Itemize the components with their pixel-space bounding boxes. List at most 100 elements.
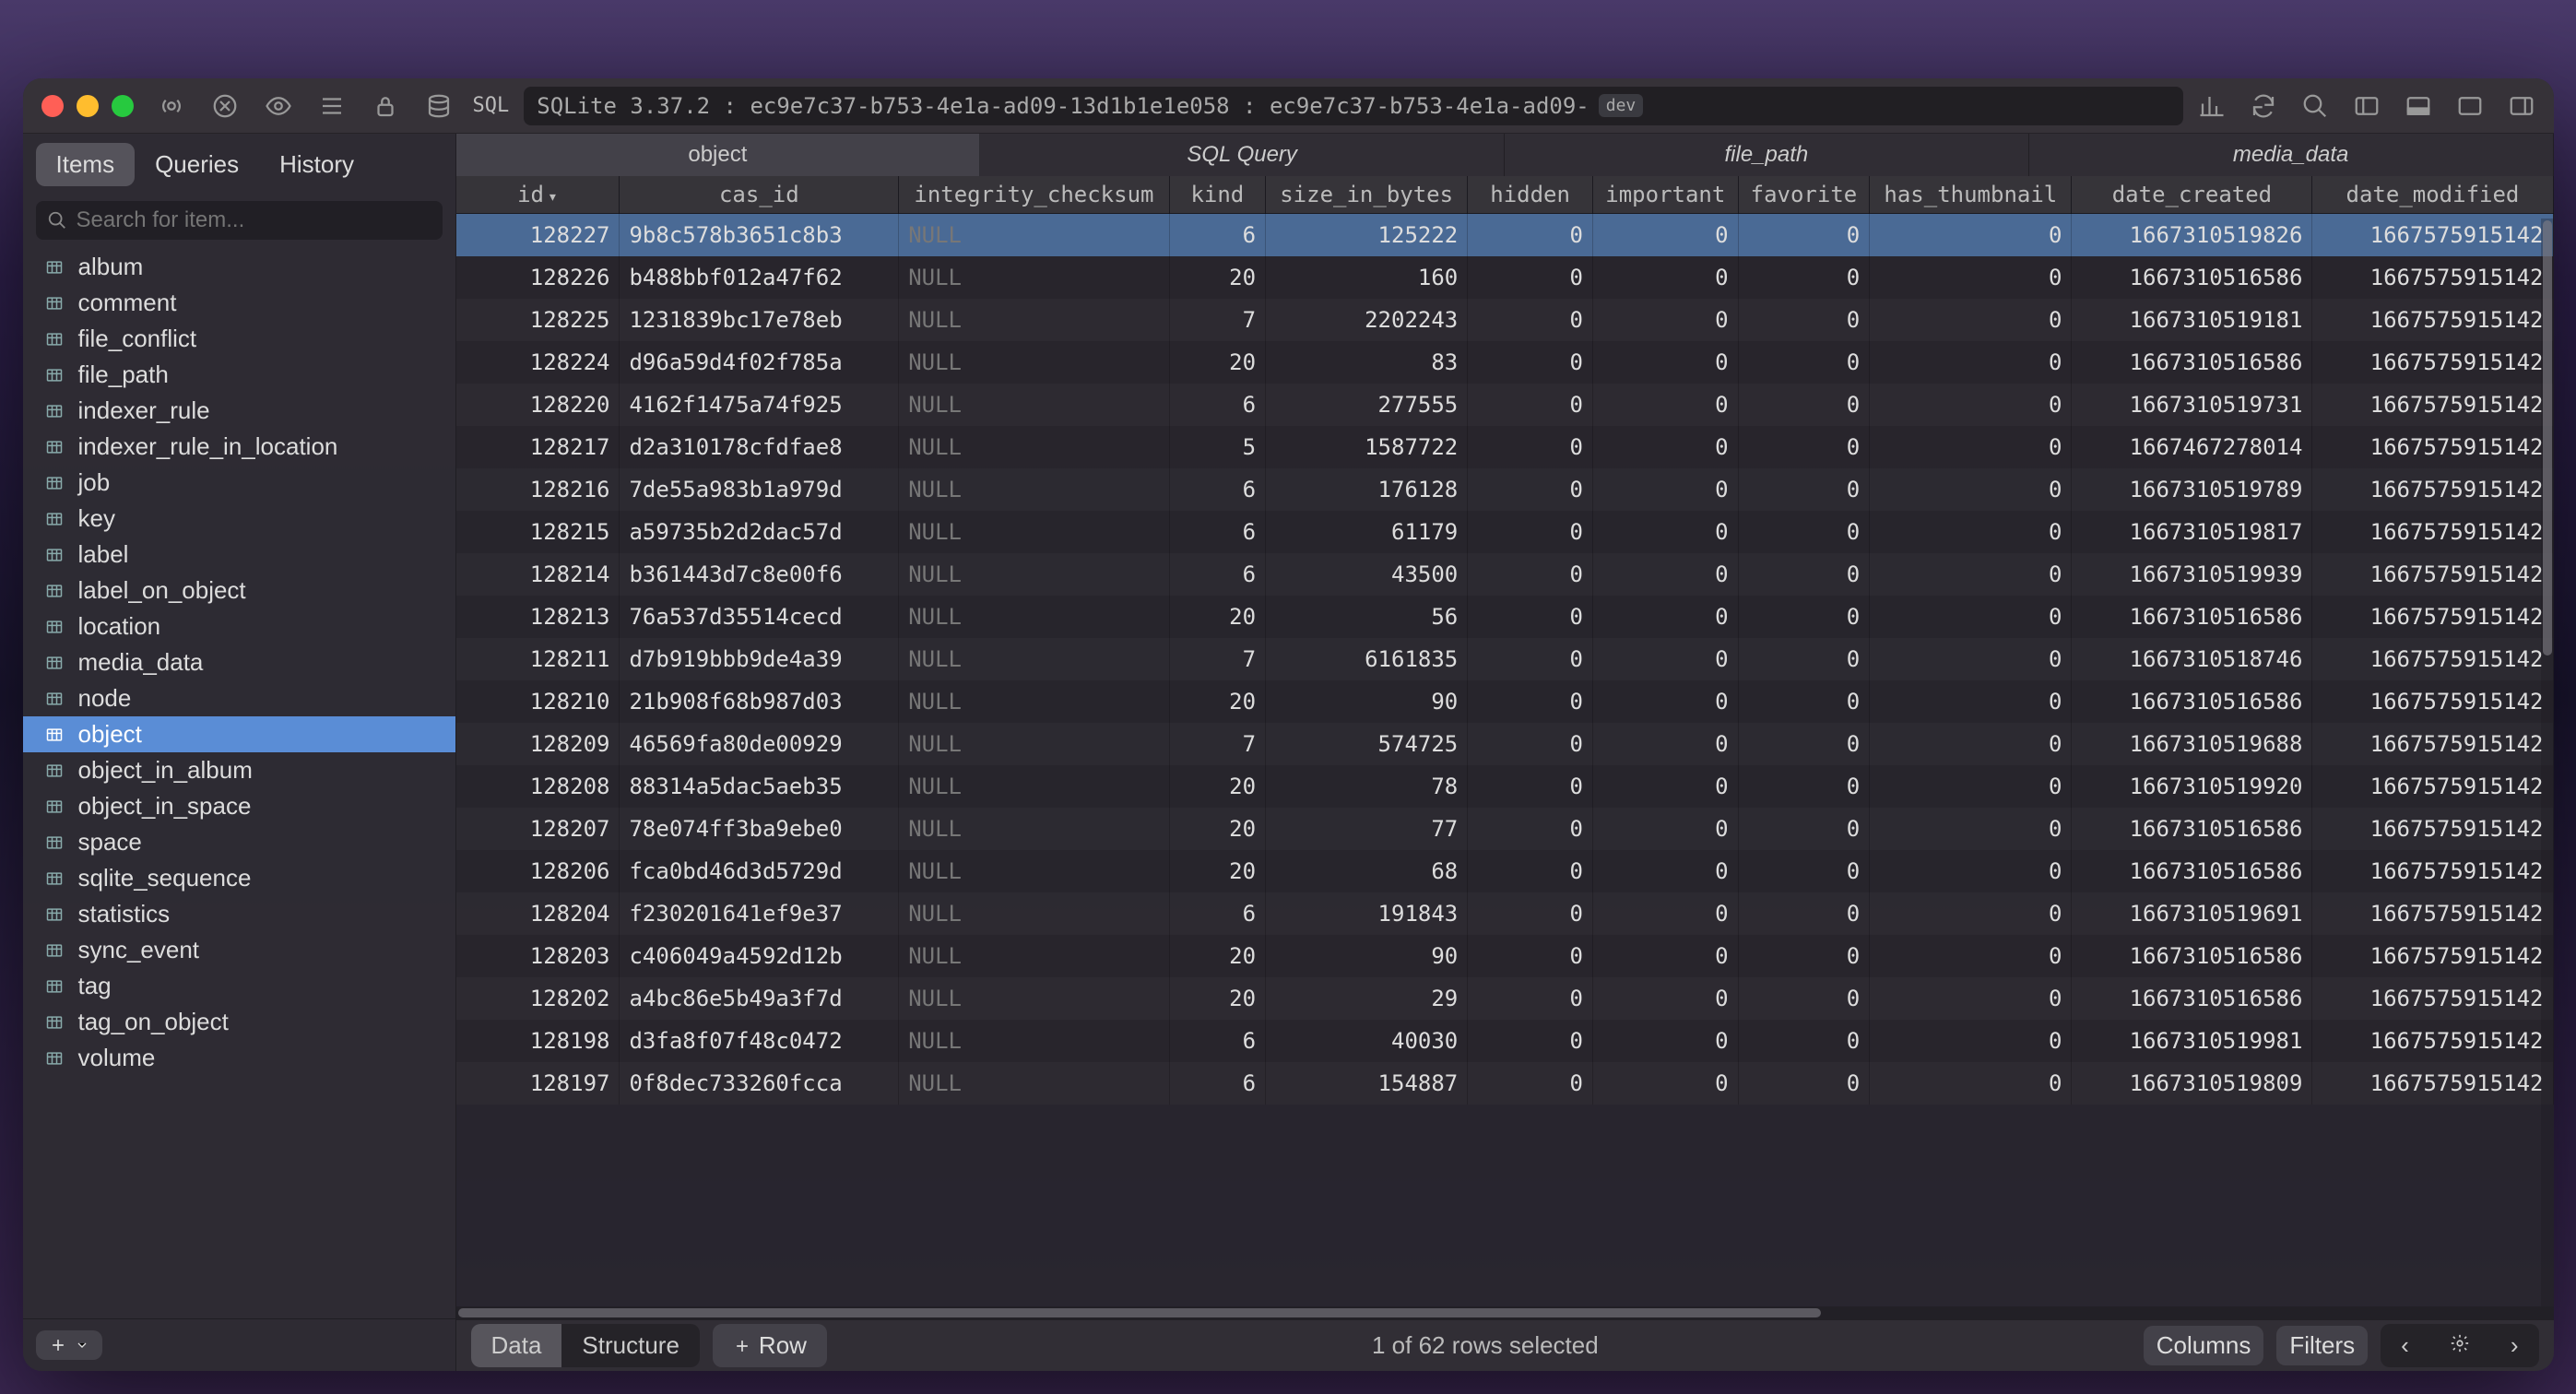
main-tab-object[interactable]: object [456, 134, 981, 176]
cell-cas_id[interactable]: 9b8c578b3651c8b3 [620, 214, 899, 256]
cell-kind[interactable]: 20 [1169, 935, 1265, 977]
cell-important[interactable]: 0 [1592, 638, 1738, 680]
list-icon[interactable] [318, 92, 346, 120]
cell-id[interactable]: 128225 [456, 299, 620, 341]
cell-important[interactable]: 0 [1592, 214, 1738, 256]
column-header-size_in_bytes[interactable]: size_in_bytes [1266, 176, 1468, 214]
cell-id[interactable]: 128198 [456, 1020, 620, 1062]
panel-bottom-icon[interactable] [2405, 92, 2432, 120]
cell-favorite[interactable]: 0 [1738, 850, 1870, 892]
cell-date_created[interactable]: 1667310519181 [2072, 299, 2312, 341]
cell-cas_id[interactable]: b488bbf012a47f62 [620, 256, 899, 299]
cell-integrity_checksum[interactable]: NULL [899, 723, 1169, 765]
cell-favorite[interactable]: 0 [1738, 1062, 1870, 1105]
sidebar-search[interactable] [36, 201, 443, 240]
cell-kind[interactable]: 20 [1169, 850, 1265, 892]
cell-id[interactable]: 128226 [456, 256, 620, 299]
cell-id[interactable]: 128206 [456, 850, 620, 892]
cell-date_modified[interactable]: 1667575915142 [2312, 892, 2553, 935]
cell-important[interactable]: 0 [1592, 680, 1738, 723]
cell-id[interactable]: 128227 [456, 214, 620, 256]
cell-has_thumbnail[interactable]: 0 [1870, 977, 2072, 1020]
cell-has_thumbnail[interactable]: 0 [1870, 638, 2072, 680]
cell-cas_id[interactable]: a4bc86e5b49a3f7d [620, 977, 899, 1020]
cell-size_in_bytes[interactable]: 43500 [1266, 553, 1468, 596]
cell-favorite[interactable]: 0 [1738, 256, 1870, 299]
cell-date_created[interactable]: 1667310516586 [2072, 680, 2312, 723]
cell-hidden[interactable]: 0 [1468, 341, 1593, 384]
cell-date_modified[interactable]: 1667575915142 [2312, 935, 2553, 977]
cell-kind[interactable]: 20 [1169, 977, 1265, 1020]
cell-cas_id[interactable]: 46569fa80de00929 [620, 723, 899, 765]
cell-kind[interactable]: 20 [1169, 256, 1265, 299]
cell-date_created[interactable]: 1667310516586 [2072, 341, 2312, 384]
cell-size_in_bytes[interactable]: 1587722 [1266, 426, 1468, 468]
cell-integrity_checksum[interactable]: NULL [899, 1062, 1169, 1105]
cell-hidden[interactable]: 0 [1468, 892, 1593, 935]
sidebar-item-indexer_rule_in_location[interactable]: indexer_rule_in_location [23, 429, 455, 465]
cell-important[interactable]: 0 [1592, 299, 1738, 341]
sidebar-item-object_in_space[interactable]: object_in_space [23, 788, 455, 824]
cell-integrity_checksum[interactable]: NULL [899, 553, 1169, 596]
cell-integrity_checksum[interactable]: NULL [899, 680, 1169, 723]
cell-date_modified[interactable]: 1667575915142 [2312, 468, 2553, 511]
cell-date_created[interactable]: 1667310516586 [2072, 596, 2312, 638]
cell-favorite[interactable]: 0 [1738, 935, 1870, 977]
cell-kind[interactable]: 20 [1169, 680, 1265, 723]
cell-size_in_bytes[interactable]: 68 [1266, 850, 1468, 892]
data-segment-button[interactable]: Data [471, 1324, 562, 1367]
cell-hidden[interactable]: 0 [1468, 299, 1593, 341]
cell-date_created[interactable]: 1667467278014 [2072, 426, 2312, 468]
sidebar-item-tag_on_object[interactable]: tag_on_object [23, 1004, 455, 1040]
vertical-scrollbar[interactable] [2541, 219, 2554, 1306]
cell-hidden[interactable]: 0 [1468, 680, 1593, 723]
cell-important[interactable]: 0 [1592, 384, 1738, 426]
cell-hidden[interactable]: 0 [1468, 384, 1593, 426]
sidebar-item-file_conflict[interactable]: file_conflict [23, 321, 455, 357]
panel-right-icon[interactable] [2508, 92, 2535, 120]
cell-date_modified[interactable]: 1667575915142 [2312, 341, 2553, 384]
cell-size_in_bytes[interactable]: 154887 [1266, 1062, 1468, 1105]
cell-date_modified[interactable]: 1667575915142 [2312, 680, 2553, 723]
cell-integrity_checksum[interactable]: NULL [899, 384, 1169, 426]
cell-important[interactable]: 0 [1592, 1062, 1738, 1105]
cell-size_in_bytes[interactable]: 176128 [1266, 468, 1468, 511]
cell-important[interactable]: 0 [1592, 1020, 1738, 1062]
table-row[interactable]: 12821021b908f68b987d03NULL20900000166731… [456, 680, 2554, 723]
cell-hidden[interactable]: 0 [1468, 977, 1593, 1020]
cell-id[interactable]: 128213 [456, 596, 620, 638]
cell-cas_id[interactable]: 0f8dec733260fcca [620, 1062, 899, 1105]
sidebar-item-comment[interactable]: comment [23, 285, 455, 321]
cell-size_in_bytes[interactable]: 191843 [1266, 892, 1468, 935]
sidebar-tab-queries[interactable]: Queries [135, 143, 259, 186]
sidebar-item-label_on_object[interactable]: label_on_object [23, 573, 455, 608]
cell-has_thumbnail[interactable]: 0 [1870, 680, 2072, 723]
cell-size_in_bytes[interactable]: 574725 [1266, 723, 1468, 765]
table-scroll[interactable]: id▾cas_idintegrity_checksumkindsize_in_b… [456, 176, 2554, 1306]
table-row[interactable]: 12820778e074ff3ba9ebe0NULL20770000166731… [456, 808, 2554, 850]
cell-favorite[interactable]: 0 [1738, 892, 1870, 935]
cell-kind[interactable]: 20 [1169, 341, 1265, 384]
cell-hidden[interactable]: 0 [1468, 935, 1593, 977]
cell-favorite[interactable]: 0 [1738, 341, 1870, 384]
cell-has_thumbnail[interactable]: 0 [1870, 341, 2072, 384]
cell-size_in_bytes[interactable]: 77 [1266, 808, 1468, 850]
cell-has_thumbnail[interactable]: 0 [1870, 596, 2072, 638]
sidebar-item-location[interactable]: location [23, 608, 455, 644]
cell-important[interactable]: 0 [1592, 977, 1738, 1020]
panel-left-icon[interactable] [2353, 92, 2381, 120]
column-header-date_created[interactable]: date_created [2072, 176, 2312, 214]
cell-important[interactable]: 0 [1592, 892, 1738, 935]
refresh-icon[interactable] [2250, 92, 2277, 120]
cell-date_modified[interactable]: 1667575915142 [2312, 384, 2553, 426]
cell-hidden[interactable]: 0 [1468, 638, 1593, 680]
cell-favorite[interactable]: 0 [1738, 384, 1870, 426]
cell-favorite[interactable]: 0 [1738, 808, 1870, 850]
cell-favorite[interactable]: 0 [1738, 553, 1870, 596]
table-row[interactable]: 128215a59735b2d2dac57dNULL66117900001667… [456, 511, 2554, 553]
cell-favorite[interactable]: 0 [1738, 977, 1870, 1020]
cell-hidden[interactable]: 0 [1468, 850, 1593, 892]
cell-has_thumbnail[interactable]: 0 [1870, 511, 2072, 553]
sidebar-tab-history[interactable]: History [259, 143, 374, 186]
cell-integrity_checksum[interactable]: NULL [899, 511, 1169, 553]
